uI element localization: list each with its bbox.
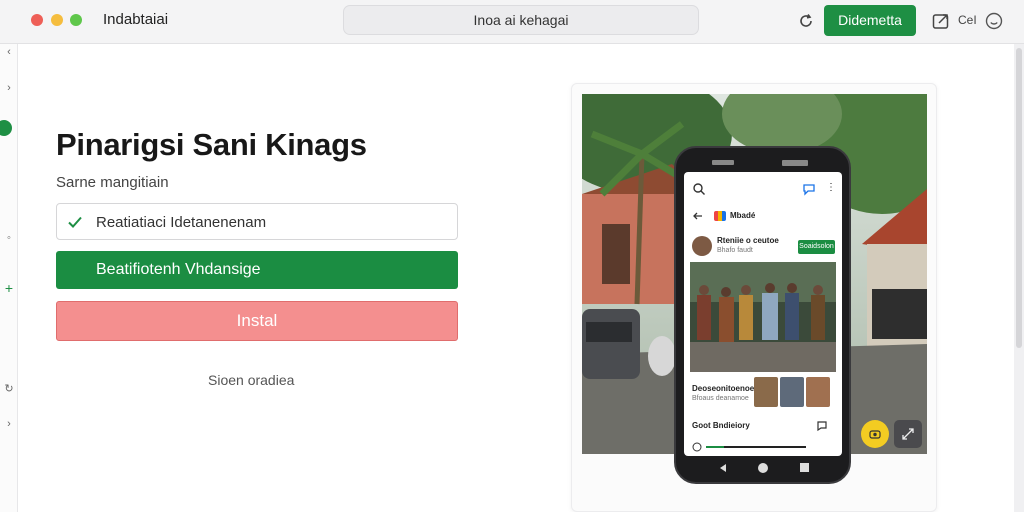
expand-icon <box>902 428 914 440</box>
page-subtitle: Sarne mangitiain <box>56 174 169 191</box>
checked-option-label: Reatiatiaci Idetanenenam <box>96 214 267 231</box>
zoom-window-button[interactable] <box>70 14 82 26</box>
phone-app-name: Mbadé <box>730 211 756 220</box>
more-icon[interactable]: ⋮ <box>826 182 836 193</box>
camera-icon <box>869 430 881 439</box>
follow-button[interactable]: Soaidsolon <box>798 240 835 254</box>
nav-recent-icon <box>800 463 809 472</box>
rail-icon-4[interactable]: ↻ <box>2 382 16 395</box>
rail-icon-3[interactable]: ◦ <box>2 232 16 244</box>
scrollbar[interactable] <box>1014 44 1024 512</box>
install-button[interactable]: Instal <box>56 301 458 341</box>
share-icon[interactable] <box>931 11 951 31</box>
app-title: Indabtaiai <box>103 11 169 28</box>
title-bar: Indabtaiai Inoa ai kehagai Didemetta CeI <box>0 0 1024 44</box>
scrollbar-thumb[interactable] <box>1016 48 1022 348</box>
progress-bar[interactable] <box>692 442 832 452</box>
phone-screen: ⋮ Mbadé Rteniie o ceutoe Bhafo faudt Soa… <box>684 172 842 456</box>
chat-icon[interactable] <box>802 182 816 196</box>
continue-button[interactable]: Beatifiotenh Vhdansige <box>56 251 458 289</box>
caption: Deoseonitoenoe <box>692 384 755 393</box>
nav-back-icon <box>720 464 726 472</box>
phone-status-bar <box>712 160 808 166</box>
close-window-button[interactable] <box>31 14 43 26</box>
camera-button[interactable] <box>861 420 889 448</box>
rail-icon-1[interactable]: ‹ <box>2 46 16 58</box>
rail-active-indicator[interactable] <box>0 120 12 136</box>
thumbnail-2[interactable] <box>780 377 804 407</box>
post-subtitle: Bhafo faudt <box>717 247 753 254</box>
secondary-link[interactable]: Sioen oradiea <box>208 372 294 388</box>
page-title: Pinarigsi Sani Kinags <box>56 127 367 162</box>
nav-home-icon <box>758 463 768 473</box>
phone-nav-bar <box>720 463 809 473</box>
thumbnail-3[interactable] <box>806 377 830 407</box>
expand-button[interactable] <box>894 420 922 448</box>
minimize-window-button[interactable] <box>51 14 63 26</box>
rail-icon-2[interactable]: › <box>2 82 16 94</box>
post-author[interactable]: Rteniie o ceutoe <box>717 236 779 245</box>
search-icon[interactable] <box>692 182 706 196</box>
checked-option[interactable]: Reatiatiaci Idetanenenam <box>56 203 458 240</box>
toolbar-label[interactable]: CeI <box>958 13 977 27</box>
post-image[interactable] <box>690 262 836 372</box>
app-logo <box>714 211 726 221</box>
back-arrow-icon[interactable] <box>692 210 704 222</box>
avatar[interactable] <box>692 236 712 256</box>
caption-subtitle: Bfoaus deanamoe <box>692 395 749 402</box>
refresh-icon[interactable] <box>796 11 816 31</box>
smile-icon[interactable] <box>984 11 1004 31</box>
address-bar[interactable]: Inoa ai kehagai <box>343 5 699 35</box>
check-icon <box>68 216 82 228</box>
comment-icon[interactable] <box>816 420 828 432</box>
comment-label: Goot Bndieiory <box>692 421 750 430</box>
rail-icon-5[interactable]: › <box>2 418 16 430</box>
primary-action-button[interactable]: Didemetta <box>824 5 916 36</box>
rail-add-icon[interactable]: + <box>2 280 16 296</box>
thumbnail-1[interactable] <box>754 377 778 407</box>
left-rail: ‹ › ◦ + ↻ › <box>0 44 18 512</box>
